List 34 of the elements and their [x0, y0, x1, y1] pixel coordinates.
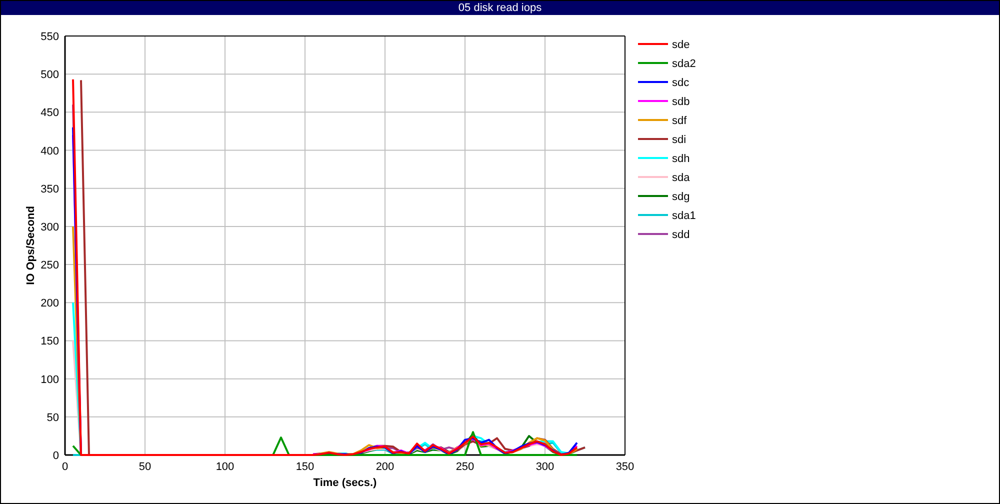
x-tick-label: 200: [376, 461, 394, 473]
legend-label: sdg: [672, 191, 690, 203]
y-tick-label: 50: [46, 412, 59, 424]
legend-label: sda2: [672, 58, 696, 70]
y-tick-label: 500: [40, 69, 59, 82]
legend-label: sdc: [672, 77, 690, 89]
y-tick-label: 250: [40, 260, 59, 272]
legend-label: sdf: [672, 115, 687, 127]
y-tick-label: 550: [40, 31, 59, 43]
x-tick-label: 250: [456, 461, 474, 473]
legend-label: sdh: [672, 153, 690, 165]
y-tick-label: 0: [52, 450, 59, 462]
x-tick-label: 50: [138, 461, 152, 473]
y-tick-label: 150: [40, 336, 59, 348]
chart-title-bar: 05 disk read iops: [1, 1, 999, 15]
x-tick-label: 300: [536, 461, 554, 473]
y-tick-label: 100: [40, 374, 59, 386]
y-tick-label: 300: [40, 221, 59, 234]
legend-label: sda: [672, 172, 690, 184]
x-tick-label: 100: [216, 461, 234, 473]
y-tick-label: 200: [40, 298, 59, 310]
y-tick-label: 350: [40, 183, 59, 196]
legend-label: sdd: [672, 229, 690, 241]
x-axis-title: Time (secs.): [313, 477, 377, 489]
legend-label: sdb: [672, 96, 690, 108]
legend-label: sda1: [672, 210, 696, 222]
y-tick-label: 400: [40, 145, 59, 158]
legend-label: sde: [672, 39, 690, 51]
x-tick-label: 350: [616, 461, 634, 473]
x-tick-label: 0: [62, 461, 68, 473]
legend-label: sdi: [672, 134, 686, 146]
y-tick-label: 450: [40, 107, 59, 120]
x-tick-label: 150: [296, 461, 314, 473]
y-axis-title: IO Ops/Second: [25, 206, 37, 285]
